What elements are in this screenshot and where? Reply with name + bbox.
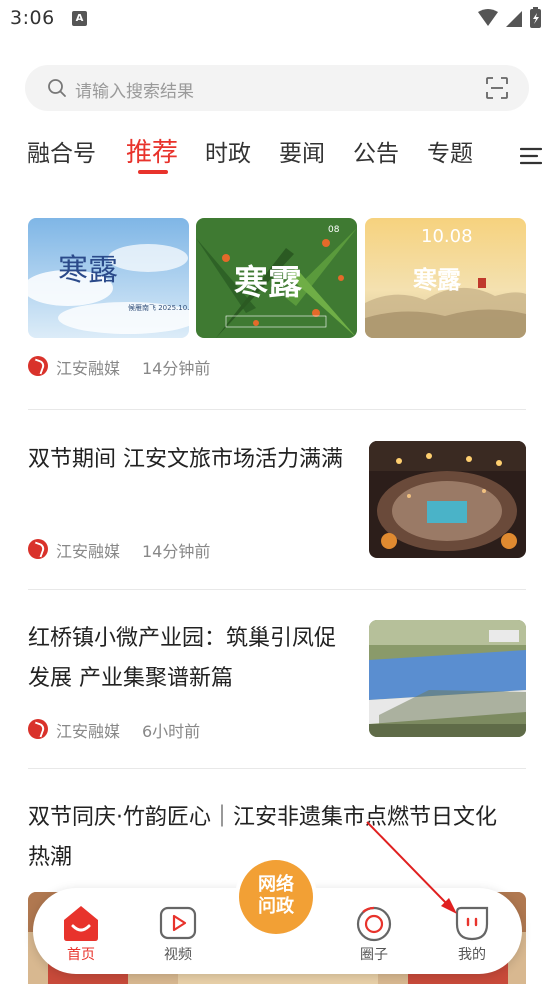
menu-icon[interactable]: [520, 146, 542, 166]
image3-date: 10.08: [421, 226, 473, 247]
search-input[interactable]: 请输入搜索结果: [75, 77, 194, 102]
tab-notices[interactable]: 公告: [353, 134, 399, 168]
image3-text: 寒露: [413, 265, 462, 294]
nav-circle-label: 圈子: [360, 947, 388, 963]
tab-topics[interactable]: 专题: [427, 134, 473, 168]
signal-battery-icons: [478, 7, 541, 28]
divider: [28, 409, 526, 410]
wenzheng-button[interactable]: 网络 问政: [239, 860, 313, 934]
news-source: 江安融媒: [56, 542, 121, 561]
tab-ronghehao[interactable]: 融合号: [27, 134, 96, 168]
tab-recommended[interactable]: 推荐: [126, 132, 178, 169]
news-image-3[interactable]: 10.08 寒露: [365, 218, 526, 338]
active-tab-indicator: [138, 170, 168, 174]
wenzheng-line2: 问政: [258, 896, 294, 917]
circle-icon: [356, 906, 392, 942]
source-logo-icon: [28, 356, 48, 376]
news-thumb-2[interactable]: [369, 441, 526, 558]
news-source: 江安融媒: [56, 722, 121, 741]
image2-text: 寒露: [234, 263, 303, 303]
tab-headlines[interactable]: 要闻: [279, 134, 325, 168]
status-bar: 3:06 A: [0, 0, 554, 40]
nav-video[interactable]: 视频: [148, 902, 208, 966]
news-title-2[interactable]: 双节期间 江安文旅市场活力满满: [28, 440, 348, 480]
news-source: 江安融媒: [56, 359, 121, 378]
profile-icon: [455, 906, 489, 941]
image2-date: 08: [328, 225, 340, 235]
bottom-navigation: 首页 视频 网络 问政 圈子 我的: [33, 860, 522, 974]
category-tabs: 融合号 推荐 时政 要闻 公告 专题: [0, 128, 554, 178]
divider: [28, 768, 526, 769]
divider: [28, 589, 526, 590]
status-time: 3:06: [10, 7, 55, 29]
image1-caption: 候雁南飞 2025.10.08: [128, 303, 189, 312]
news-time: 14分钟前: [142, 542, 211, 561]
nav-home[interactable]: 首页: [51, 902, 111, 966]
news-thumb-3[interactable]: [369, 620, 526, 737]
nav-mine-label: 我的: [458, 947, 486, 963]
notification-icon: A: [72, 11, 87, 26]
nav-video-label: 视频: [164, 947, 192, 963]
video-icon: [159, 906, 197, 940]
news-image-2[interactable]: 寒露 08: [196, 218, 357, 338]
nav-circle[interactable]: 圈子: [344, 902, 404, 966]
search-bar[interactable]: 请输入搜索结果: [25, 65, 529, 111]
news-time: 14分钟前: [142, 359, 211, 378]
wenzheng-line1: 网络: [258, 874, 294, 895]
source-logo-icon: [28, 539, 48, 559]
news-title-3[interactable]: 红桥镇小微产业园：筑巢引凤促发展 产业集聚谱新篇: [28, 619, 348, 699]
source-logo-icon: [28, 719, 48, 739]
news-image-1[interactable]: 寒露 候雁南飞 2025.10.08: [28, 218, 189, 338]
image1-text: 寒露: [58, 253, 118, 288]
nav-home-label: 首页: [67, 947, 95, 963]
scan-icon[interactable]: [485, 76, 509, 100]
tab-politics[interactable]: 时政: [205, 134, 251, 168]
search-icon: [48, 79, 66, 97]
nav-mine[interactable]: 我的: [442, 902, 502, 966]
home-icon: [64, 906, 98, 941]
news-time: 6小时前: [142, 722, 201, 741]
